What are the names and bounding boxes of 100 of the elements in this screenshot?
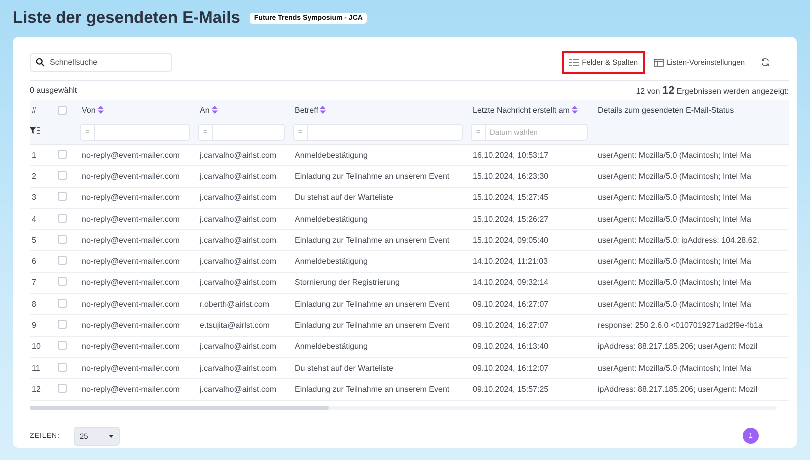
table-cell: 15.10.2024, 09:05:40: [473, 236, 549, 245]
row-number: 11: [32, 364, 40, 373]
table-cell: Du stehst auf der Warteliste: [295, 364, 394, 373]
table-cell: ipAddress: 88.217.185.206; userAgent: Mozil: [598, 384, 758, 394]
table-cell: no-reply@event-mailer.com: [82, 278, 180, 288]
table-cell: Einladung zur Teilnahme an unserem Event: [295, 300, 450, 309]
table-cell: 14.10.2024, 09:32:14: [473, 278, 549, 288]
table-cell: 09.10.2024, 16:27:07: [473, 321, 549, 330]
table-cell: no-reply@event-mailer.com: [82, 321, 180, 330]
filter-field[interactable]: [198, 124, 285, 140]
table-cell: Anmeldebestätigung: [295, 342, 368, 352]
sort-icon: [98, 106, 104, 114]
table-cell: no-reply@event-mailer.com: [82, 236, 180, 245]
table-cell: no-reply@event-mailer.com: [82, 364, 180, 373]
table-cell: 09.10.2024, 16:13:40: [473, 342, 549, 352]
table-cell: 14.10.2024, 11:21:03: [473, 257, 548, 266]
filter-icon[interactable]: [30, 127, 40, 135]
column-header[interactable]: An: [200, 106, 218, 114]
table-cell: Anmeldebestätigung: [295, 214, 368, 224]
row-number: 6: [32, 257, 36, 266]
row-number: 8: [32, 300, 36, 309]
table-cell: j.carvalho@airlst.com: [200, 172, 277, 181]
table-cell: userAgent: Mozilla/5.0 (Macintosh; Intel Ma: [598, 214, 752, 224]
table-cell: Anmeldebestätigung: [295, 257, 368, 266]
refresh-icon: [761, 58, 770, 67]
row-number: 10: [32, 342, 41, 352]
row-number: 1: [32, 150, 36, 160]
column-header: #: [32, 106, 36, 114]
columns-icon: [569, 58, 580, 66]
table-icon: [654, 58, 664, 66]
table-cell: ipAddress: 88.217.185.206; userAgent: Mozil: [598, 342, 758, 352]
row-checkbox[interactable]: [58, 384, 67, 393]
table-cell: userAgent: Mozilla/5.0 (Macintosh; Intel Ma: [598, 193, 752, 202]
row-number: 12: [32, 384, 41, 394]
table-cell: no-reply@event-mailer.com: [82, 193, 180, 202]
row-checkbox[interactable]: [58, 214, 67, 223]
row-number: 9: [32, 321, 36, 330]
table-cell: 16.10.2024, 10:53:17: [473, 150, 549, 160]
table-cell: Einladung zur Teilnahme an unserem Event: [295, 384, 450, 394]
row-checkbox[interactable]: [58, 192, 67, 202]
table-cell: no-reply@event-mailer.com: [82, 300, 180, 309]
table-cell: 15.10.2024, 15:26:27: [473, 214, 549, 224]
search-field[interactable]: Schnellsuche: [30, 53, 172, 72]
sort-icon: [212, 106, 218, 114]
row-checkbox[interactable]: [58, 320, 67, 330]
table-cell: j.carvalho@airlst.com: [200, 193, 277, 202]
table-cell: Einladung zur Teilnahme an unserem Event: [295, 321, 450, 330]
column-header[interactable]: Von: [82, 106, 104, 114]
sort-icon: [572, 106, 578, 114]
row-number: 2: [32, 172, 36, 181]
table-cell: e.tsujita@airlst.com: [200, 321, 270, 330]
table-cell: Einladung zur Teilnahme an unserem Event: [295, 172, 450, 181]
table-cell: Du stehst auf der Warteliste: [295, 193, 394, 202]
table-cell: userAgent: Mozilla/5.0; ipAddress: 104.28.62.: [598, 236, 760, 245]
table-cell: Einladung zur Teilnahme an unserem Event: [295, 236, 450, 245]
table-cell: j.carvalho@airlst.com: [200, 364, 277, 373]
table-cell: no-reply@event-mailer.com: [82, 384, 180, 394]
table-cell: no-reply@event-mailer.com: [82, 172, 180, 181]
row-checkbox[interactable]: [58, 341, 67, 350]
column-header: Details zum gesendeten E-Mail-Status: [598, 106, 734, 114]
search-icon: [36, 58, 45, 67]
column-header[interactable]: Letzte Nachricht erstellt am: [473, 106, 578, 114]
table-cell: r.oberth@airlst.com: [200, 300, 270, 309]
table-cell: 09.10.2024, 15:57:25: [473, 384, 549, 394]
sort-icon: [320, 106, 326, 114]
table-cell: Stornierung der Registrierung: [295, 278, 400, 288]
selection-count: 0 ausgewählt: [30, 86, 78, 95]
table-cell: j.carvalho@airlst.com: [200, 342, 277, 352]
table-cell: j.carvalho@airlst.com: [200, 257, 277, 266]
row-number: 7: [32, 278, 36, 288]
row-checkbox[interactable]: [58, 234, 67, 244]
table-cell: userAgent: Mozilla/5.0 (Macintosh; Intel Ma: [598, 300, 752, 309]
table-cell: response: 250 2.6.0 <0107019271ad2f9e-fb1a: [598, 321, 763, 330]
select-all-checkbox[interactable]: [58, 106, 67, 114]
table-cell: 15.10.2024, 16:23:30: [473, 172, 549, 181]
filter-field[interactable]: [293, 124, 463, 140]
table-cell: userAgent: Mozilla/5.0 (Macintosh; Intel Ma: [598, 278, 752, 288]
row-checkbox[interactable]: [58, 150, 67, 159]
row-number: 5: [32, 236, 36, 245]
table-cell: no-reply@event-mailer.com: [82, 257, 180, 266]
filter-field[interactable]: [80, 124, 190, 140]
table-cell: userAgent: Mozilla/5.0 (Macintosh; Intel Ma: [598, 257, 752, 266]
table-cell: Anmeldebestätigung: [295, 150, 368, 160]
caret-icon: [108, 434, 114, 438]
table-cell: j.carvalho@airlst.com: [200, 278, 277, 288]
row-checkbox[interactable]: [58, 298, 67, 308]
table-cell: j.carvalho@airlst.com: [200, 214, 277, 224]
horizontal-scrollbar[interactable]: [30, 406, 777, 410]
row-number: 4: [32, 214, 36, 224]
table-cell: j.carvalho@airlst.com: [200, 236, 277, 245]
table-cell: userAgent: Mozilla/5.0 (Macintosh; Intel Ma: [598, 172, 752, 181]
table-cell: userAgent: Mozilla/5.0 (Macintosh; Intel Ma: [598, 364, 752, 373]
row-checkbox[interactable]: [58, 277, 67, 286]
column-header[interactable]: Betreff: [295, 106, 326, 114]
row-checkbox[interactable]: [58, 256, 67, 266]
result-summary: 12 von 12 Ergebnissen werden angezeigt:: [636, 84, 789, 96]
row-checkbox[interactable]: [58, 170, 67, 180]
table-cell: j.carvalho@airlst.com: [200, 384, 277, 394]
table-cell: no-reply@event-mailer.com: [82, 342, 180, 352]
row-checkbox[interactable]: [58, 362, 67, 372]
